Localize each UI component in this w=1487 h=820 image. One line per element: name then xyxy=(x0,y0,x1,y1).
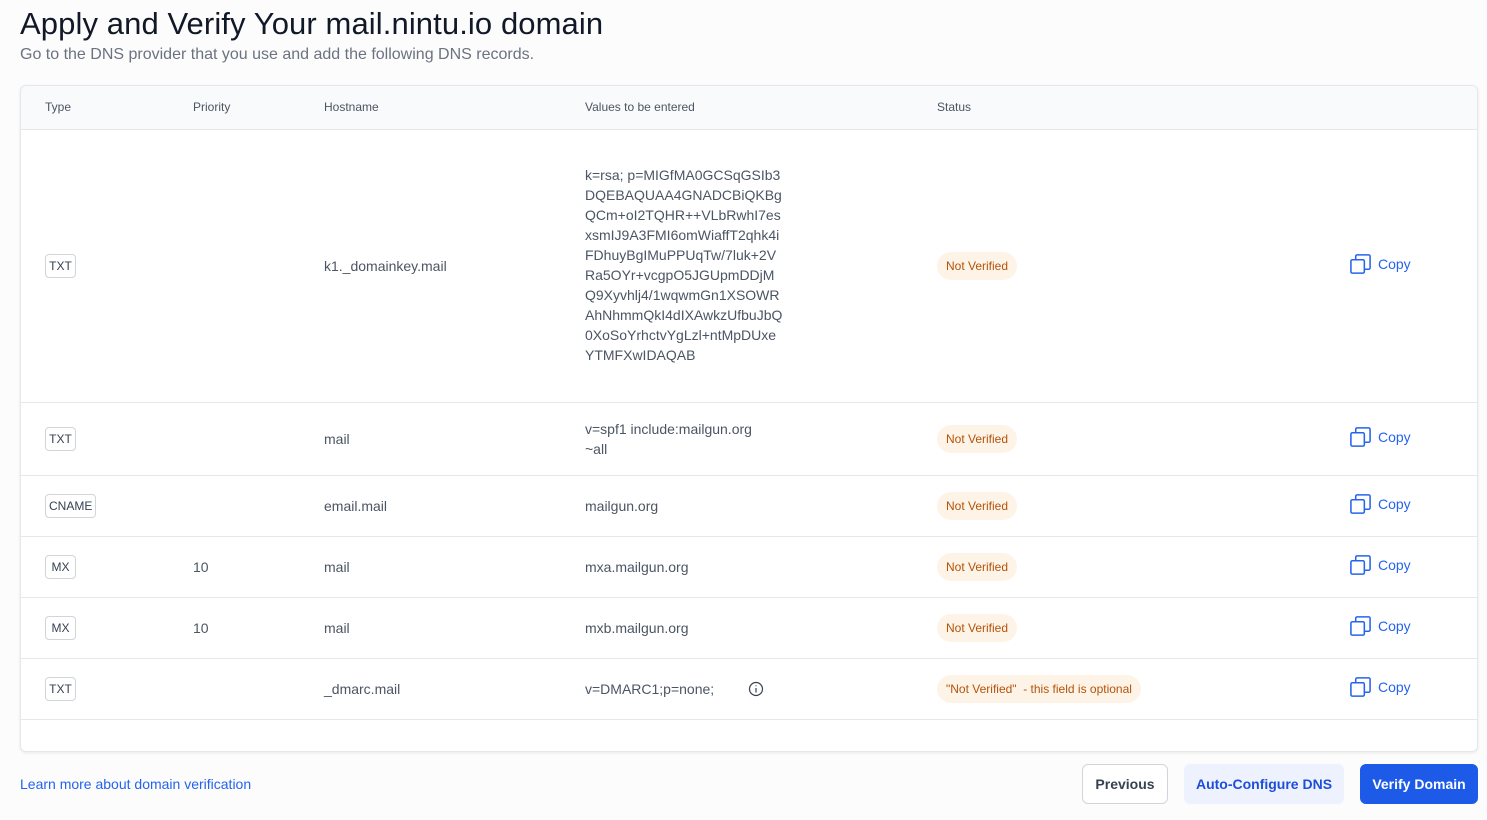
record-type-badge: TXT xyxy=(45,253,76,278)
auto-configure-dns-button[interactable]: Auto-Configure DNS xyxy=(1184,764,1344,804)
verify-domain-button[interactable]: Verify Domain xyxy=(1360,764,1478,804)
record-value: k=rsa; p=MIGfMA0GCSqGSIb3DQEBAQUAA4GNADC… xyxy=(585,167,783,363)
record-hostname: k1._domainkey.mail xyxy=(300,129,561,403)
copy-button[interactable]: Copy xyxy=(1349,426,1411,449)
record-priority xyxy=(169,658,300,720)
record-hostname: mail xyxy=(300,536,561,598)
learn-more-link[interactable]: Learn more about domain verification xyxy=(20,776,251,792)
copy-button[interactable]: Copy xyxy=(1349,676,1411,699)
record-priority xyxy=(169,402,300,476)
copy-icon xyxy=(1350,554,1371,575)
column-header-actions xyxy=(1333,86,1477,130)
table-row: CNAME email.mail mailgun.org Not Verifie… xyxy=(21,475,1477,537)
column-header-hostname: Hostname xyxy=(300,86,561,130)
record-priority: 10 xyxy=(169,536,300,598)
status-badge: Not Verified xyxy=(937,491,1018,520)
copy-icon xyxy=(1350,676,1371,697)
copy-label: Copy xyxy=(1378,256,1411,272)
column-header-values: Values to be entered xyxy=(561,86,913,130)
copy-icon xyxy=(1350,426,1371,447)
copy-icon xyxy=(1350,493,1371,514)
column-header-type: Type xyxy=(21,86,169,130)
record-hostname: email.mail xyxy=(300,475,561,537)
copy-icon xyxy=(1350,615,1371,636)
record-value: mailgun.org xyxy=(585,497,659,514)
page-title: Apply and Verify Your mail.nintu.io doma… xyxy=(20,6,604,41)
record-type-badge: MX xyxy=(45,554,76,579)
dns-records-card: Type Priority Hostname Values to be ente… xyxy=(20,85,1478,752)
record-hostname: mail xyxy=(300,597,561,659)
copy-label: Copy xyxy=(1378,557,1411,573)
copy-label: Copy xyxy=(1378,618,1411,634)
status-badge: Not Verified xyxy=(937,552,1018,581)
record-type-badge: TXT xyxy=(45,676,76,701)
copy-label: Copy xyxy=(1378,496,1411,512)
copy-label: Copy xyxy=(1378,429,1411,445)
record-value: v=spf1 include:mailgun.org ~all xyxy=(585,420,752,457)
table-row: MX 10 mail mxa.mailgun.org Not Verified … xyxy=(21,536,1477,598)
column-header-priority: Priority xyxy=(169,86,300,130)
record-priority xyxy=(169,475,300,537)
table-header-row: Type Priority Hostname Values to be ente… xyxy=(21,86,1477,130)
previous-button[interactable]: Previous xyxy=(1082,764,1168,804)
table-row: TXT _dmarc.mail v=DMARC1;p=none; "Not Ve… xyxy=(21,658,1477,720)
record-priority: 10 xyxy=(169,597,300,659)
record-hostname: _dmarc.mail xyxy=(300,658,561,720)
table-row: TXT mail v=spf1 include:mailgun.org ~all… xyxy=(21,402,1477,476)
record-priority xyxy=(169,129,300,403)
dns-records-table: Type Priority Hostname Values to be ente… xyxy=(21,86,1477,720)
record-value: mxb.mailgun.org xyxy=(585,619,689,636)
page-subtitle: Go to the DNS provider that you use and … xyxy=(20,46,535,63)
status-badge: Not Verified xyxy=(937,613,1018,642)
copy-button[interactable]: Copy xyxy=(1349,615,1411,638)
copy-button[interactable]: Copy xyxy=(1349,554,1411,577)
record-type-badge: TXT xyxy=(45,426,76,451)
table-row: TXT k1._domainkey.mail k=rsa; p=MIGfMA0G… xyxy=(21,129,1477,403)
copy-button[interactable]: Copy xyxy=(1349,493,1411,516)
info-icon[interactable] xyxy=(748,681,764,697)
record-value: mxa.mailgun.org xyxy=(585,558,689,575)
status-badge: Not Verified xyxy=(937,424,1018,453)
copy-icon xyxy=(1350,253,1371,274)
status-badge: Not Verified xyxy=(937,251,1018,280)
record-type-badge: CNAME xyxy=(45,493,97,518)
status-badge: "Not Verified" - this field is optional xyxy=(937,674,1141,703)
copy-label: Copy xyxy=(1378,679,1411,695)
record-type-badge: MX xyxy=(45,615,76,640)
table-row: MX 10 mail mxb.mailgun.org Not Verified … xyxy=(21,597,1477,659)
page: Apply and Verify Your mail.nintu.io doma… xyxy=(0,0,1487,820)
column-header-status: Status xyxy=(913,86,1333,130)
record-hostname: mail xyxy=(300,402,561,476)
copy-button[interactable]: Copy xyxy=(1349,253,1411,276)
